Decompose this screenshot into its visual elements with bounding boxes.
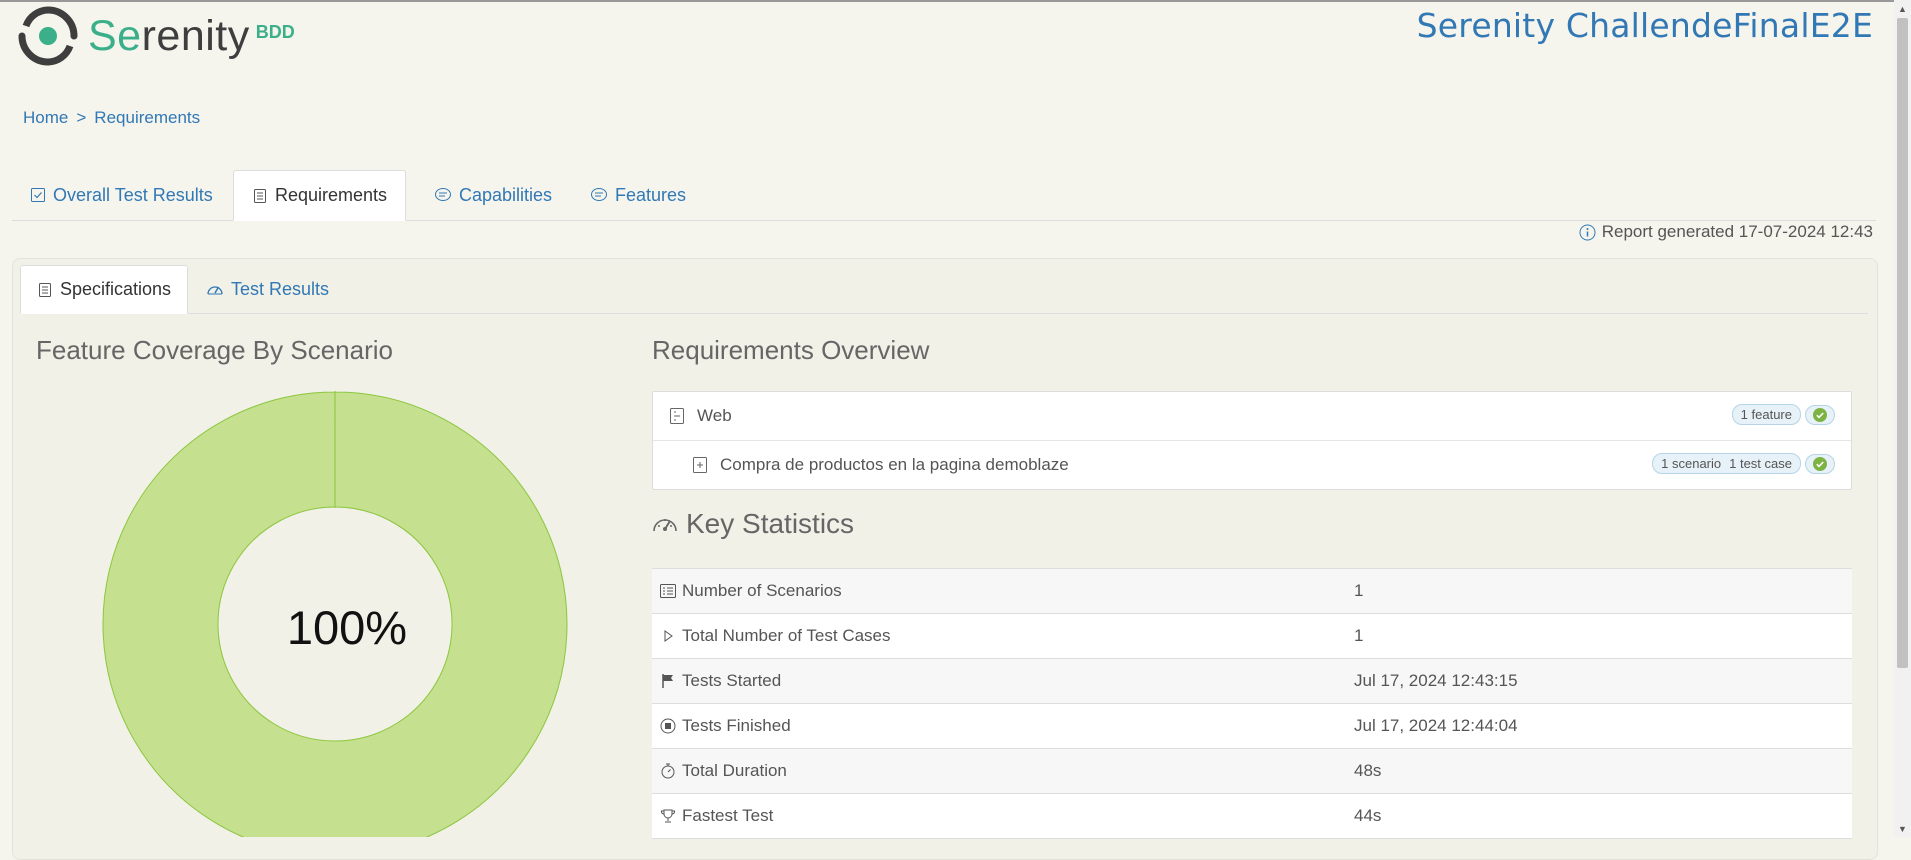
trophy-icon	[660, 809, 676, 823]
tab-label: Capabilities	[459, 184, 553, 205]
document-icon	[39, 282, 51, 297]
stat-value: 44s	[1354, 806, 1382, 825]
stat-row-fastest-test: Fastest Test 44s	[652, 794, 1852, 839]
key-statistics-table: Number of Scenarios 1 Total Number of Te…	[652, 568, 1852, 839]
tab-specifications[interactable]: Specifications	[20, 265, 189, 314]
gauge-icon	[207, 286, 223, 295]
subtab-label: Test Results	[231, 278, 330, 299]
key-statistics-title: Key Statistics	[686, 508, 855, 539]
gauge-icon	[653, 519, 677, 532]
scenario-count-badge: 1 scenario 1 test case	[1652, 453, 1801, 474]
serenity-logo-icon	[18, 6, 78, 66]
tab-requirements[interactable]: Requirements	[233, 170, 407, 221]
requirement-badges: 1 feature	[1731, 404, 1835, 425]
tab-features[interactable]: Features	[572, 170, 704, 220]
scroll-down-arrow-icon[interactable]: ▼	[1894, 820, 1911, 837]
breadcrumb-home-link[interactable]: Home	[23, 108, 68, 128]
comment-icon	[591, 188, 607, 201]
passed-status-icon	[1805, 453, 1835, 474]
coverage-percent-label: 100%	[286, 601, 408, 654]
expand-icon[interactable]	[692, 456, 708, 474]
requirement-row-feature[interactable]: Compra de productos en la pagina demobla…	[653, 441, 1851, 489]
logo-wordmark: Serenity	[88, 11, 250, 60]
comment-icon	[435, 188, 451, 201]
stat-label: Tests Finished	[682, 716, 791, 735]
tab-overall-test-results[interactable]: Overall Test Results	[12, 170, 231, 220]
key-statistics-heading: Key Statistics	[652, 508, 854, 540]
stat-value: Jul 17, 2024 12:44:04	[1354, 716, 1518, 735]
subtab-label: Specifications	[60, 279, 172, 299]
requirement-row-web[interactable]: Web 1 feature	[653, 392, 1851, 441]
stopwatch-icon	[661, 763, 675, 779]
sub-tabs: Specifications Test Results	[20, 265, 1868, 314]
stat-label: Total Number of Test Cases	[682, 626, 891, 645]
requirement-label: Web	[697, 406, 732, 425]
document-icon	[254, 188, 266, 203]
stop-icon	[660, 718, 676, 734]
main-tabs: Overall Test Results Requirements Capabi…	[12, 170, 1876, 221]
list-icon	[660, 584, 676, 598]
feature-count-badge: 1 feature	[1731, 404, 1801, 425]
stat-value: 1	[1354, 581, 1364, 600]
stat-row-scenarios: Number of Scenarios 1	[652, 569, 1852, 614]
stat-row-tests-started: Tests Started Jul 17, 2024 12:43:15	[652, 659, 1852, 704]
tab-label: Features	[615, 184, 687, 205]
stat-label: Number of Scenarios	[682, 581, 842, 600]
report-generated: Report generated 17-07-2024 12:43	[1579, 222, 1873, 242]
info-icon	[1579, 224, 1596, 240]
tab-label: Overall Test Results	[53, 184, 213, 205]
stat-value: Jul 17, 2024 12:43:15	[1354, 671, 1518, 690]
tab-capabilities[interactable]: Capabilities	[416, 170, 570, 220]
tab-label: Requirements	[275, 185, 388, 205]
logo-bdd-suffix: BDD	[255, 21, 295, 42]
requirement-label[interactable]: Compra de productos en la pagina demobla…	[720, 455, 1069, 475]
scroll-up-arrow-icon[interactable]: ▲	[1894, 0, 1911, 17]
stat-label: Tests Started	[682, 671, 782, 690]
stat-label: Total Duration	[682, 761, 787, 780]
requirements-list: Web 1 feature Compra de productos en la …	[652, 391, 1852, 490]
project-title: Serenity ChallendeFinalE2E	[1416, 6, 1873, 45]
report-generated-text: Report generated 17-07-2024 12:43	[1601, 222, 1873, 241]
stat-row-total-duration: Total Duration 48s	[652, 749, 1852, 794]
breadcrumb: Home > Requirements	[23, 108, 200, 128]
serenity-logo[interactable]: Serenity BDD	[18, 6, 295, 66]
breadcrumb-current-link[interactable]: Requirements	[94, 108, 200, 128]
breadcrumb-separator: >	[76, 108, 87, 127]
scroll-thumb[interactable]	[1897, 18, 1908, 668]
requirement-badges: 1 scenario 1 test case	[1652, 453, 1835, 474]
passed-status-icon	[1805, 404, 1835, 425]
stat-label: Fastest Test	[682, 806, 774, 825]
play-icon	[664, 630, 673, 642]
vertical-scrollbar[interactable]: ▲ ▼	[1894, 0, 1911, 837]
stat-row-tests-finished: Tests Finished Jul 17, 2024 12:44:04	[652, 704, 1852, 749]
requirements-overview-title: Requirements Overview	[652, 335, 930, 365]
coverage-title: Feature Coverage By Scenario	[36, 335, 393, 365]
collapse-icon[interactable]	[669, 407, 685, 425]
stat-row-test-cases: Total Number of Test Cases 1	[652, 614, 1852, 659]
stat-value: 48s	[1354, 761, 1382, 780]
checklist-icon	[31, 188, 45, 202]
flag-icon	[662, 674, 673, 688]
stat-value: 1	[1354, 626, 1364, 645]
tab-test-results[interactable]: Test Results	[190, 265, 345, 313]
top-border	[0, 0, 1911, 2]
